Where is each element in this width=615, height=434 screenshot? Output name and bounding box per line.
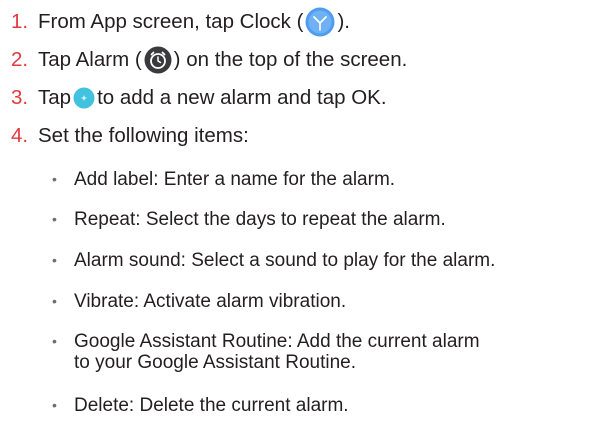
list-item-text: Delete: Delete the current alarm. [74,395,349,416]
step-text: ). [337,10,350,33]
clock-app-icon [305,7,335,37]
list-item-text: Add label: Enter a name for the alarm. [74,169,396,190]
bullet-marker: • [52,333,57,349]
step-number: 2. [11,48,29,71]
step-text: Tap [38,86,72,109]
list-item-delete: • Delete: Delete the current alarm. [52,395,349,416]
add-button-icon [73,87,95,109]
alarm-clock-icon [144,46,172,74]
bullet-marker: • [52,171,57,187]
step-1: 1. From App screen, tap Clock ( ). [11,4,350,40]
list-item-repeat: • Repeat: Select the days to repeat the … [52,209,446,230]
list-item-text: Alarm sound: Select a sound to play for … [74,250,496,271]
step-text: Tap Alarm ( [38,48,142,71]
bullet-marker: • [52,211,57,227]
step-number: 1. [11,10,29,33]
step-text: ) on the top of the screen. [173,48,408,71]
step-text: Set the following items: [38,124,249,147]
step-number: 4. [11,124,29,147]
step-text: to add a new alarm and tap OK. [97,86,387,109]
step-4: 4. Set the following items: [11,118,249,154]
bullet-marker: • [52,397,57,413]
step-text: From App screen, tap Clock ( [38,10,304,33]
list-item-text: Google Assistant Routine: Add the curren… [74,331,480,352]
bullet-marker: • [52,252,57,268]
step-number: 3. [11,86,29,109]
list-item-google-assistant-routine: • Google Assistant Routine: Add the curr… [52,331,480,373]
list-item-text-continued: to your Google Assistant Routine. [74,352,356,373]
list-item-text: Vibrate: Activate alarm vibration. [74,291,347,312]
step-2: 2. Tap Alarm ( ) on the top of the scree… [11,42,407,78]
list-item-text: Repeat: Select the days to repeat the al… [74,209,446,230]
list-item-vibrate: • Vibrate: Activate alarm vibration. [52,291,346,312]
instructions-document: 1. From App screen, tap Clock ( ). 2. Ta… [0,0,615,434]
list-item-alarm-sound: • Alarm sound: Select a sound to play fo… [52,250,495,271]
list-item-add-label: • Add label: Enter a name for the alarm. [52,169,395,190]
bullet-marker: • [52,293,57,309]
step-3: 3. Tap to add a new alarm and tap OK. [11,80,387,116]
